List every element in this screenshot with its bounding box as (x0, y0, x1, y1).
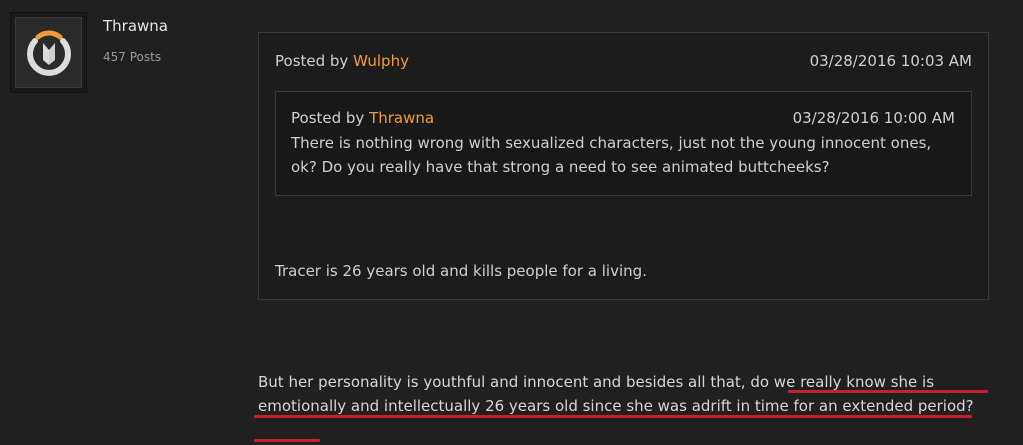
posted-by-label: Posted by (291, 109, 370, 127)
outer-quote-header: Posted by Wulphy (275, 52, 409, 70)
outer-quote: Posted by Wulphy 03/28/2016 10:03 AM Pos… (258, 32, 989, 300)
inner-quote: Posted by Thrawna 03/28/2016 10:00 AM Th… (275, 91, 972, 196)
avatar-frame (15, 17, 82, 88)
inner-quote-date: 03/28/2016 10:00 AM (792, 109, 955, 127)
inner-quote-header: Posted by Thrawna (291, 109, 434, 127)
overwatch-logo-icon (26, 30, 71, 76)
author-post-count: 457 Posts (103, 50, 162, 64)
outer-quote-date: 03/28/2016 10:03 AM (809, 52, 972, 70)
inner-quote-text: There is nothing wrong with sexualized c… (291, 134, 932, 176)
outer-quote-text: Tracer is 26 years old and kills people … (275, 262, 647, 280)
posted-by-label: Posted by (275, 52, 354, 70)
highlight-underline (254, 415, 972, 418)
avatar[interactable] (10, 12, 87, 93)
highlight-underline (788, 390, 988, 393)
quoted-author-link[interactable]: Thrawna (369, 109, 434, 127)
quoted-author-link[interactable]: Wulphy (353, 52, 409, 70)
highlight-underline (254, 439, 320, 442)
post-body-text: But her personality is youthful and inno… (258, 373, 974, 415)
author-name[interactable]: Thrawna (103, 17, 168, 35)
